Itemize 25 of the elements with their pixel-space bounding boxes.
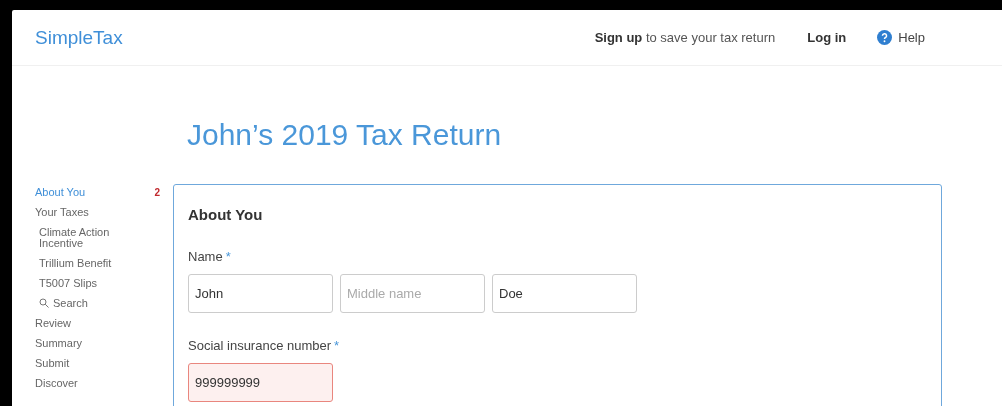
- sidebar-item[interactable]: Review: [35, 318, 173, 338]
- help-link[interactable]: Help: [877, 30, 925, 45]
- sidebar-item[interactable]: Discover: [35, 378, 173, 398]
- sidebar-item[interactable]: Summary: [35, 338, 173, 358]
- error-count: 2: [154, 187, 160, 198]
- field-label: Name *: [188, 249, 232, 264]
- sidebar-item[interactable]: About You 2: [35, 187, 173, 207]
- page-title: John’s 2019 Tax Return: [187, 118, 503, 153]
- input-field[interactable]: Doe: [492, 274, 637, 313]
- sidebar-item[interactable]: Climate Action Incentive: [35, 227, 119, 258]
- signup-prompt[interactable]: Sign up to save your tax return: [594, 30, 776, 45]
- sidebar-item[interactable]: Search: [35, 298, 119, 318]
- login-link[interactable]: Log in: [807, 30, 847, 45]
- input-field[interactable]: 999999999: [188, 363, 333, 402]
- input-field[interactable]: Middle name: [340, 274, 485, 313]
- search-icon: [39, 298, 49, 308]
- help-icon: [877, 30, 893, 45]
- sidebar-item[interactable]: Your Taxes: [35, 207, 173, 227]
- logo[interactable]: SimpleTax: [35, 26, 595, 49]
- section-title: About You: [188, 206, 264, 223]
- field-label: Social insurance number *: [188, 338, 341, 353]
- sidebar-item[interactable]: Submit: [35, 358, 173, 378]
- sidebar-item[interactable]: T5007 Slips: [35, 278, 119, 298]
- input-field[interactable]: John: [188, 274, 333, 313]
- sidebar-item[interactable]: Trillium Benefit: [35, 258, 119, 278]
